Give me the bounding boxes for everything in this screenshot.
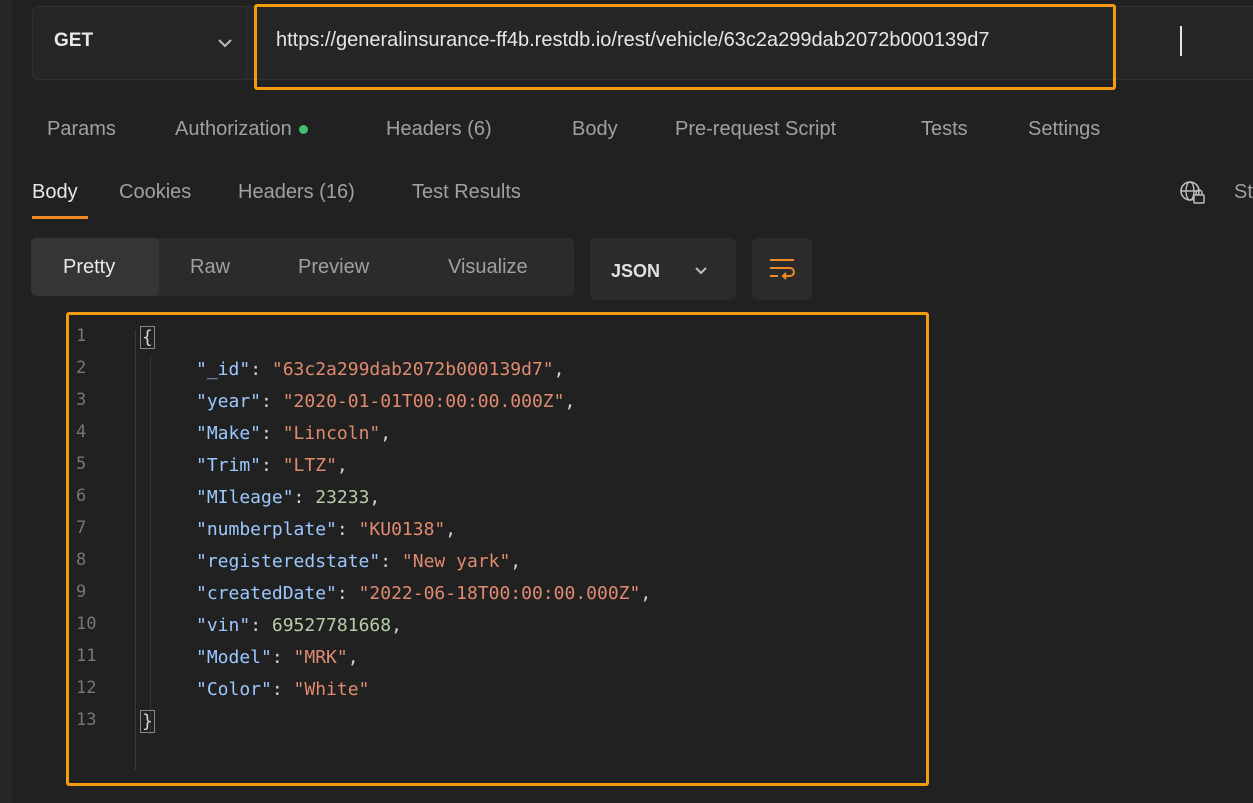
view-tab-preview[interactable]: Preview xyxy=(298,256,369,279)
status-label-partial: St xyxy=(1234,181,1253,203)
chevron-down-icon xyxy=(695,267,707,275)
globe-lock-icon[interactable] xyxy=(1178,178,1208,208)
wrap-lines-icon xyxy=(770,259,795,280)
response-headers-label: Headers xyxy=(238,181,314,203)
tab-authorization[interactable]: Authorization xyxy=(175,118,308,141)
chevron-down-icon[interactable] xyxy=(210,28,240,58)
text-caret xyxy=(1180,26,1182,56)
view-tab-pretty[interactable]: Pretty xyxy=(63,256,115,279)
left-edge-panel xyxy=(0,0,12,803)
url-divider xyxy=(246,6,247,80)
response-tab-test-results[interactable]: Test Results xyxy=(412,181,521,204)
tab-settings[interactable]: Settings xyxy=(1028,118,1100,141)
method-selector[interactable]: GET xyxy=(54,30,93,52)
response-tab-cookies[interactable]: Cookies xyxy=(119,181,191,204)
response-tab-body[interactable]: Body xyxy=(32,181,78,204)
tab-params[interactable]: Params xyxy=(47,118,116,141)
highlight-box-response xyxy=(66,312,929,786)
auth-status-dot xyxy=(298,125,308,135)
view-tab-visualize[interactable]: Visualize xyxy=(448,256,528,279)
active-tab-underline xyxy=(32,216,88,219)
headers-count: (6) xyxy=(467,118,492,140)
tab-headers[interactable]: Headers (6) xyxy=(386,118,492,141)
tab-tests[interactable]: Tests xyxy=(921,118,968,141)
response-tab-headers[interactable]: Headers (16) xyxy=(238,181,355,204)
highlight-box-url xyxy=(254,4,1116,90)
response-headers-count: (16) xyxy=(319,181,355,203)
tab-authorization-label: Authorization xyxy=(175,118,292,140)
tab-prerequest-script[interactable]: Pre-request Script xyxy=(675,118,836,141)
format-dropdown-label: JSON xyxy=(611,261,661,281)
tab-headers-label: Headers xyxy=(386,118,462,140)
tab-body[interactable]: Body xyxy=(572,118,618,141)
view-tab-raw[interactable]: Raw xyxy=(190,256,230,279)
